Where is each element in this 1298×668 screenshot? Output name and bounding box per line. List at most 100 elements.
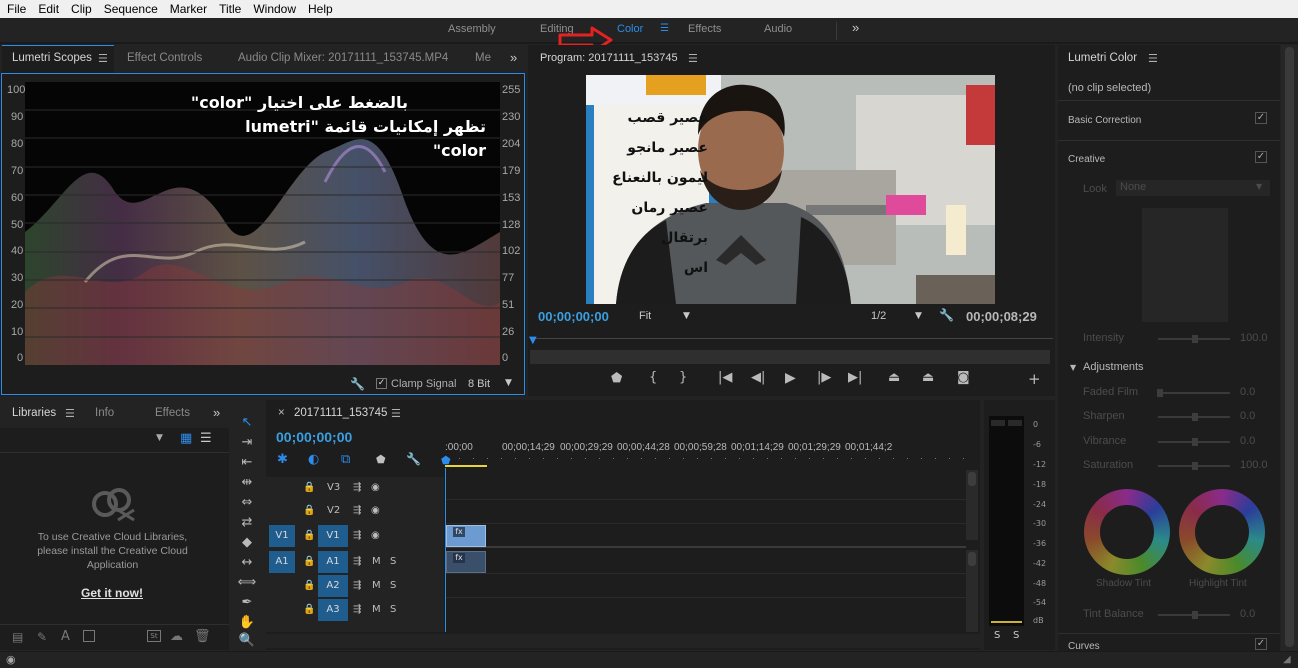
resolution-chevron-down-icon[interactable]: ▼ bbox=[915, 311, 922, 321]
lift-icon[interactable]: ⏏ bbox=[888, 370, 900, 385]
highlight-tint-wheel[interactable] bbox=[1179, 489, 1265, 575]
lumetri-color-menu-icon[interactable]: ☰ bbox=[1148, 52, 1158, 65]
mark-out-icon[interactable]: } bbox=[679, 370, 687, 385]
sync-lock-icon[interactable]: ⇶ bbox=[353, 505, 361, 516]
mark-in-icon[interactable]: { bbox=[649, 370, 657, 385]
lumetri-scopes-menu-icon[interactable]: ☰ bbox=[98, 52, 108, 65]
button-editor-plus-icon[interactable]: + bbox=[1028, 370, 1041, 388]
creative-label[interactable]: Creative bbox=[1068, 154, 1105, 165]
track-select-forward-icon[interactable]: ⇥ bbox=[237, 434, 257, 452]
workspace-overflow-button[interactable]: » bbox=[852, 20, 859, 35]
track-name[interactable]: V3 bbox=[327, 482, 340, 493]
track-name[interactable]: V2 bbox=[327, 505, 340, 516]
get-it-now-link[interactable]: Get it now! bbox=[81, 586, 143, 600]
go-to-in-icon[interactable]: |◀ bbox=[718, 370, 732, 385]
program-title[interactable]: Program: 20171111_153745 bbox=[540, 52, 678, 64]
add-text-icon[interactable]: A bbox=[61, 629, 70, 644]
zoom-tool-icon[interactable]: 🔍 bbox=[237, 632, 257, 650]
bit-depth-select[interactable]: 8 Bit bbox=[468, 378, 490, 390]
saturation-value[interactable]: 100.0 bbox=[1240, 459, 1268, 471]
source-patch-v1[interactable]: V1 bbox=[269, 525, 295, 547]
resize-grip-icon[interactable]: ◢ bbox=[1283, 654, 1291, 665]
mute-track-button[interactable]: M bbox=[372, 580, 381, 591]
track-name[interactable]: A1 bbox=[318, 551, 348, 573]
solo-track-button[interactable]: S bbox=[390, 604, 396, 615]
saturation-slider-knob[interactable] bbox=[1192, 462, 1198, 470]
slide-tool-icon[interactable]: ↔ bbox=[237, 554, 257, 572]
add-color-icon[interactable]: ✎ bbox=[37, 630, 47, 644]
video-tracks-scrollbar[interactable] bbox=[966, 470, 978, 540]
solo-right-button[interactable]: S bbox=[1013, 630, 1019, 641]
slip-slide-icon[interactable]: ⟺ bbox=[237, 574, 257, 592]
export-frame-camera-icon[interactable]: ◙ bbox=[957, 370, 970, 385]
linked-selection-icon[interactable]: ⧉ bbox=[341, 452, 350, 467]
tab-sequence[interactable]: 20171111_153745 bbox=[294, 407, 387, 419]
bit-depth-chevron-down-icon[interactable]: ▼ bbox=[505, 378, 512, 388]
workspace-color-menu-icon[interactable]: ☰ bbox=[660, 23, 669, 34]
close-sequence-icon[interactable]: × bbox=[278, 407, 285, 419]
timeline-timecode[interactable]: 00;00;00;00 bbox=[276, 429, 352, 445]
status-eye-icon[interactable]: ◉ bbox=[6, 653, 16, 666]
program-settings-wrench-icon[interactable]: 🔧 bbox=[939, 308, 954, 322]
lumetri-color-scrollbar[interactable] bbox=[1281, 45, 1298, 655]
tab-effect-controls[interactable]: Effect Controls bbox=[127, 52, 202, 64]
menu-edit[interactable]: Edit bbox=[31, 2, 64, 16]
add-marker-timeline-icon[interactable]: ⬟ bbox=[376, 453, 386, 466]
vibrance-value[interactable]: 0.0 bbox=[1240, 435, 1255, 447]
libraries-menu-icon[interactable]: ☰ bbox=[65, 407, 75, 420]
timeline-ruler[interactable]: :00;00 00;00;14;29 00;00;29;29 00;00;44;… bbox=[445, 438, 965, 468]
audio-tracks-scrollbar[interactable] bbox=[966, 550, 978, 632]
trash-icon[interactable]: 🗑 bbox=[194, 629, 211, 644]
faded-film-value[interactable]: 0.0 bbox=[1240, 386, 1255, 398]
sync-lock-icon[interactable]: ⇶ bbox=[353, 556, 361, 567]
program-zoom-scrollbar[interactable] bbox=[530, 350, 1050, 364]
panel-overflow-button[interactable]: » bbox=[510, 50, 517, 65]
curves-checkbox[interactable]: ✓ bbox=[1255, 638, 1267, 650]
list-view-icon[interactable]: ☰ bbox=[200, 431, 212, 446]
lumetri-color-title[interactable]: Lumetri Color bbox=[1068, 52, 1137, 64]
add-content-icon[interactable]: ▤ bbox=[12, 630, 23, 644]
track-lock-icon[interactable]: 🔒 bbox=[303, 482, 315, 493]
rolling-edit-icon[interactable]: ⇹ bbox=[237, 474, 257, 492]
track-lock-icon[interactable]: 🔒 bbox=[303, 556, 315, 567]
basic-correction-label[interactable]: Basic Correction bbox=[1068, 115, 1141, 126]
nest-sequence-icon[interactable]: ✱ bbox=[277, 452, 288, 467]
step-forward-icon[interactable]: |▶ bbox=[817, 370, 831, 385]
track-lock-icon[interactable]: 🔒 bbox=[303, 530, 315, 541]
resolution-select[interactable]: 1/2 bbox=[871, 310, 886, 322]
video-clip[interactable]: fx bbox=[446, 525, 486, 547]
adjustments-label[interactable]: Adjustments bbox=[1083, 361, 1144, 373]
step-back-icon[interactable]: ◀| bbox=[751, 370, 765, 385]
menu-window[interactable]: Window bbox=[246, 2, 301, 16]
tab-metadata[interactable]: Me bbox=[475, 52, 491, 64]
snap-icon[interactable]: ◐ bbox=[308, 452, 319, 467]
basic-correction-checkbox[interactable]: ✓ bbox=[1255, 112, 1267, 124]
tab-lumetri-scopes[interactable]: Lumetri Scopes bbox=[12, 52, 92, 64]
look-select[interactable]: None ▼ bbox=[1116, 180, 1270, 196]
intensity-value[interactable]: 100.0 bbox=[1240, 332, 1268, 344]
creative-checkbox[interactable]: ✓ bbox=[1255, 151, 1267, 163]
zoom-fit-select[interactable]: Fit bbox=[639, 310, 651, 322]
razor-tool-icon[interactable]: ◆ bbox=[237, 534, 257, 552]
add-marker-icon[interactable]: ⬟ bbox=[611, 371, 622, 386]
sync-lock-icon[interactable]: ⇶ bbox=[353, 530, 361, 541]
track-lock-icon[interactable]: 🔒 bbox=[303, 604, 315, 615]
workspace-color[interactable]: Color bbox=[617, 23, 643, 35]
scope-settings-wrench-icon[interactable]: 🔧 bbox=[350, 377, 365, 391]
lumetri-scroll-thumb[interactable] bbox=[1285, 47, 1294, 647]
faded-film-slider[interactable] bbox=[1158, 392, 1230, 394]
tint-balance-slider-knob[interactable] bbox=[1192, 611, 1198, 619]
play-icon[interactable]: ▶ bbox=[785, 370, 796, 386]
source-patch-a1[interactable]: A1 bbox=[269, 551, 295, 573]
menu-marker[interactable]: Marker bbox=[163, 2, 212, 16]
slip-tool-icon[interactable]: ⇄ bbox=[237, 514, 257, 532]
sequence-menu-icon[interactable]: ☰ bbox=[391, 407, 401, 420]
toggle-output-eye-icon[interactable]: ◉ bbox=[371, 505, 380, 516]
stock-icon[interactable]: St bbox=[147, 630, 161, 642]
go-to-out-icon[interactable]: ▶| bbox=[848, 370, 862, 385]
program-time-ruler[interactable] bbox=[530, 332, 1053, 344]
solo-track-button[interactable]: S bbox=[390, 556, 396, 567]
sync-lock-icon[interactable]: ⇶ bbox=[353, 580, 361, 591]
mute-track-button[interactable]: M bbox=[372, 556, 381, 567]
selection-tool-icon[interactable]: ↖ bbox=[237, 414, 257, 432]
